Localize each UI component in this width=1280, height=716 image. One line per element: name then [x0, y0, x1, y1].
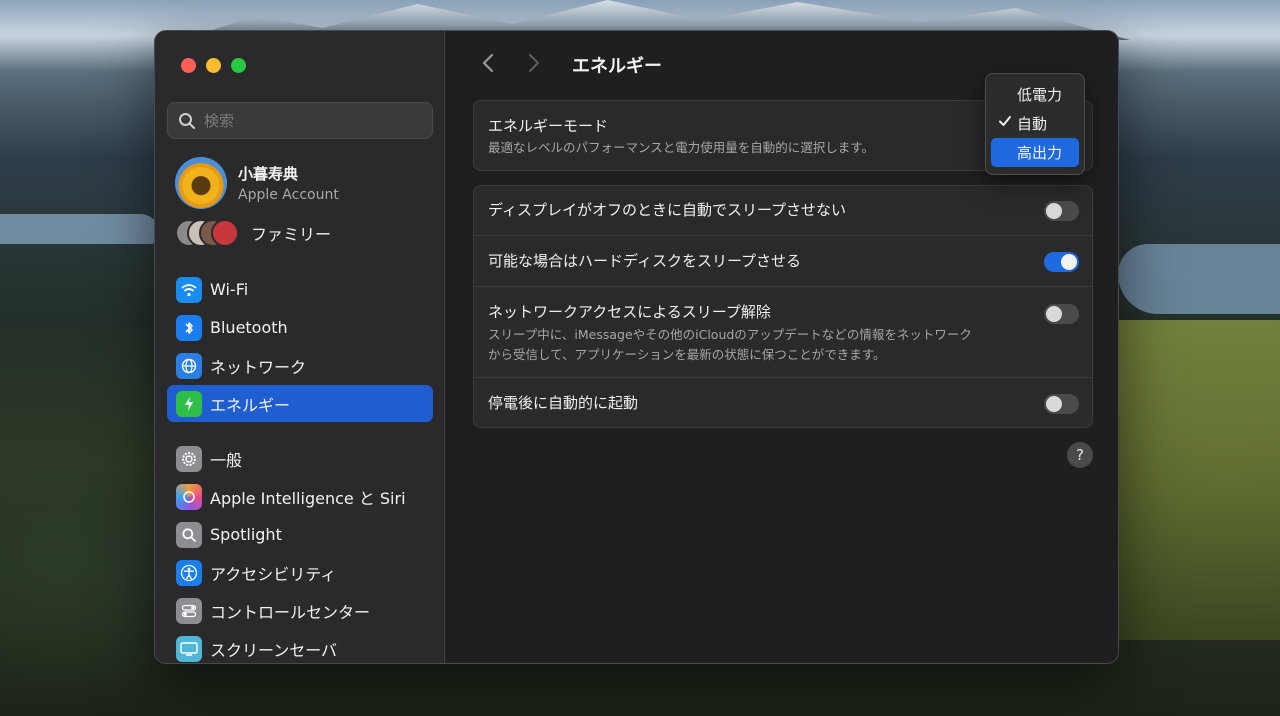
- menu-item-label: 高出力: [1017, 144, 1063, 162]
- menu-item-automatic[interactable]: 自動: [991, 109, 1079, 138]
- menu-item-low-power[interactable]: 低電力: [991, 80, 1079, 109]
- back-button[interactable]: [472, 51, 504, 79]
- family-avatars: [175, 219, 239, 247]
- account-subtitle: Apple Account: [238, 187, 339, 203]
- minimize-button[interactable]: [206, 58, 221, 73]
- sidebar-item-network[interactable]: ネットワーク: [167, 347, 433, 384]
- sidebar-item-energy[interactable]: エネルギー: [167, 385, 433, 422]
- apple-account[interactable]: 小暮寿典 Apple Account: [175, 157, 339, 209]
- settings-row: ネットワークアクセスによるスリープ解除 スリープ中に、iMessageやその他の…: [474, 287, 1092, 378]
- control-center-icon: [176, 597, 202, 624]
- lightning-icon: [176, 390, 202, 417]
- gear-icon: [176, 445, 202, 472]
- wallpaper-hill: [1118, 320, 1280, 640]
- sidebar-item-label: エネルギー: [210, 395, 291, 415]
- settings-row: ディスプレイがオフのときに自動でスリープさせない: [474, 186, 1092, 236]
- setting-description-line: から受信して、アプリケーションを最新の状態に保つことができます。: [488, 347, 886, 362]
- magnifier-icon: [176, 521, 202, 548]
- search-icon: [179, 112, 195, 129]
- family-item[interactable]: ファミリー: [175, 219, 331, 247]
- setting-title: 停電後に自動的に起動: [488, 394, 639, 412]
- settings-row: 可能な場合はハードディスクをスリープさせる: [474, 236, 1092, 287]
- wifi-icon: [176, 276, 202, 303]
- search-input[interactable]: [204, 111, 424, 130]
- avatar: [175, 157, 227, 209]
- wallpaper-lake: [0, 214, 160, 244]
- sleep-options-card: ディスプレイがオフのときに自動でスリープさせない 可能な場合はハードディスクをス…: [473, 185, 1093, 428]
- forward-button[interactable]: [518, 51, 550, 79]
- bluetooth-icon: [176, 314, 202, 341]
- toggle-wake-network-access[interactable]: [1044, 304, 1079, 324]
- setting-title: 可能な場合はハードディスクをスリープさせる: [488, 252, 802, 270]
- family-avatar: [211, 219, 239, 247]
- toggle-hard-disk-sleep[interactable]: [1044, 252, 1079, 272]
- setting-title: ディスプレイがオフのときに自動でスリープさせない: [488, 201, 847, 219]
- sidebar-item-general[interactable]: 一般: [167, 440, 433, 477]
- toggle-start-after-power-failure[interactable]: [1044, 394, 1079, 414]
- menu-item-label: 自動: [1017, 115, 1048, 133]
- sidebar-item-label: 一般: [210, 450, 243, 470]
- chevron-left-icon: [482, 53, 494, 73]
- sidebar-item-control-center[interactable]: コントロールセンター: [167, 592, 433, 629]
- sidebar-item-label: Spotlight: [210, 525, 282, 544]
- close-button[interactable]: [181, 58, 196, 73]
- setting-title: ネットワークアクセスによるスリープ解除: [488, 303, 771, 321]
- sidebar: 小暮寿典 Apple Account ファミリー Wi-Fi: [155, 31, 445, 663]
- search-field[interactable]: [167, 102, 433, 139]
- toggle-prevent-sleep-display-off[interactable]: [1044, 201, 1079, 221]
- sidebar-nav-group-system: 一般 Apple Intelligence と Siri Spotlight ア…: [167, 440, 433, 663]
- toolbar: エネルギー: [472, 49, 662, 81]
- globe-icon: [176, 352, 202, 379]
- checkmark-icon: [998, 114, 1012, 132]
- help-button[interactable]: ?: [1067, 442, 1093, 468]
- menu-item-high-power[interactable]: 高出力: [991, 138, 1079, 167]
- sidebar-item-label: Bluetooth: [210, 318, 288, 337]
- settings-row: 停電後に自動的に起動: [474, 378, 1092, 427]
- accessibility-icon: [176, 559, 202, 586]
- setting-description: スリープ中に、iMessageやその他のiCloudのアップデートなどの情報をネ…: [488, 325, 1078, 365]
- sidebar-item-screensaver[interactable]: スクリーンセーバ: [167, 630, 433, 663]
- energy-mode-popup-menu: 低電力 自動 高出力: [985, 73, 1085, 175]
- chevron-right-icon: [528, 53, 540, 73]
- account-name: 小暮寿典: [238, 165, 299, 183]
- sidebar-nav-group-network: Wi-Fi Bluetooth ネットワーク エネルギー: [167, 271, 433, 423]
- sidebar-item-label: Apple Intelligence と Siri: [210, 488, 406, 508]
- system-settings-window: 小暮寿典 Apple Account ファミリー Wi-Fi: [154, 30, 1119, 664]
- sidebar-item-bluetooth[interactable]: Bluetooth: [167, 309, 433, 346]
- sidebar-item-apple-intelligence[interactable]: Apple Intelligence と Siri: [167, 478, 433, 515]
- wallpaper-lake: [1118, 244, 1280, 314]
- setting-description-line: スリープ中に、iMessageやその他のiCloudのアップデートなどの情報をネ…: [488, 327, 972, 342]
- sidebar-item-label: アクセシビリティ: [210, 564, 337, 584]
- page-title: エネルギー: [572, 56, 662, 77]
- screensaver-icon: [176, 635, 202, 662]
- menu-item-label: 低電力: [1017, 86, 1063, 104]
- sidebar-item-label: ネットワーク: [210, 357, 307, 377]
- sidebar-item-label: スクリーンセーバ: [210, 640, 338, 660]
- sidebar-item-accessibility[interactable]: アクセシビリティ: [167, 554, 433, 591]
- family-label: ファミリー: [251, 225, 332, 244]
- apple-intelligence-icon: [176, 483, 202, 510]
- traffic-lights: [181, 58, 246, 73]
- sidebar-item-spotlight[interactable]: Spotlight: [167, 516, 433, 553]
- zoom-button[interactable]: [231, 58, 246, 73]
- sidebar-item-label: Wi-Fi: [210, 280, 249, 299]
- sidebar-item-label: コントロールセンター: [210, 602, 371, 622]
- sidebar-item-wifi[interactable]: Wi-Fi: [167, 271, 433, 308]
